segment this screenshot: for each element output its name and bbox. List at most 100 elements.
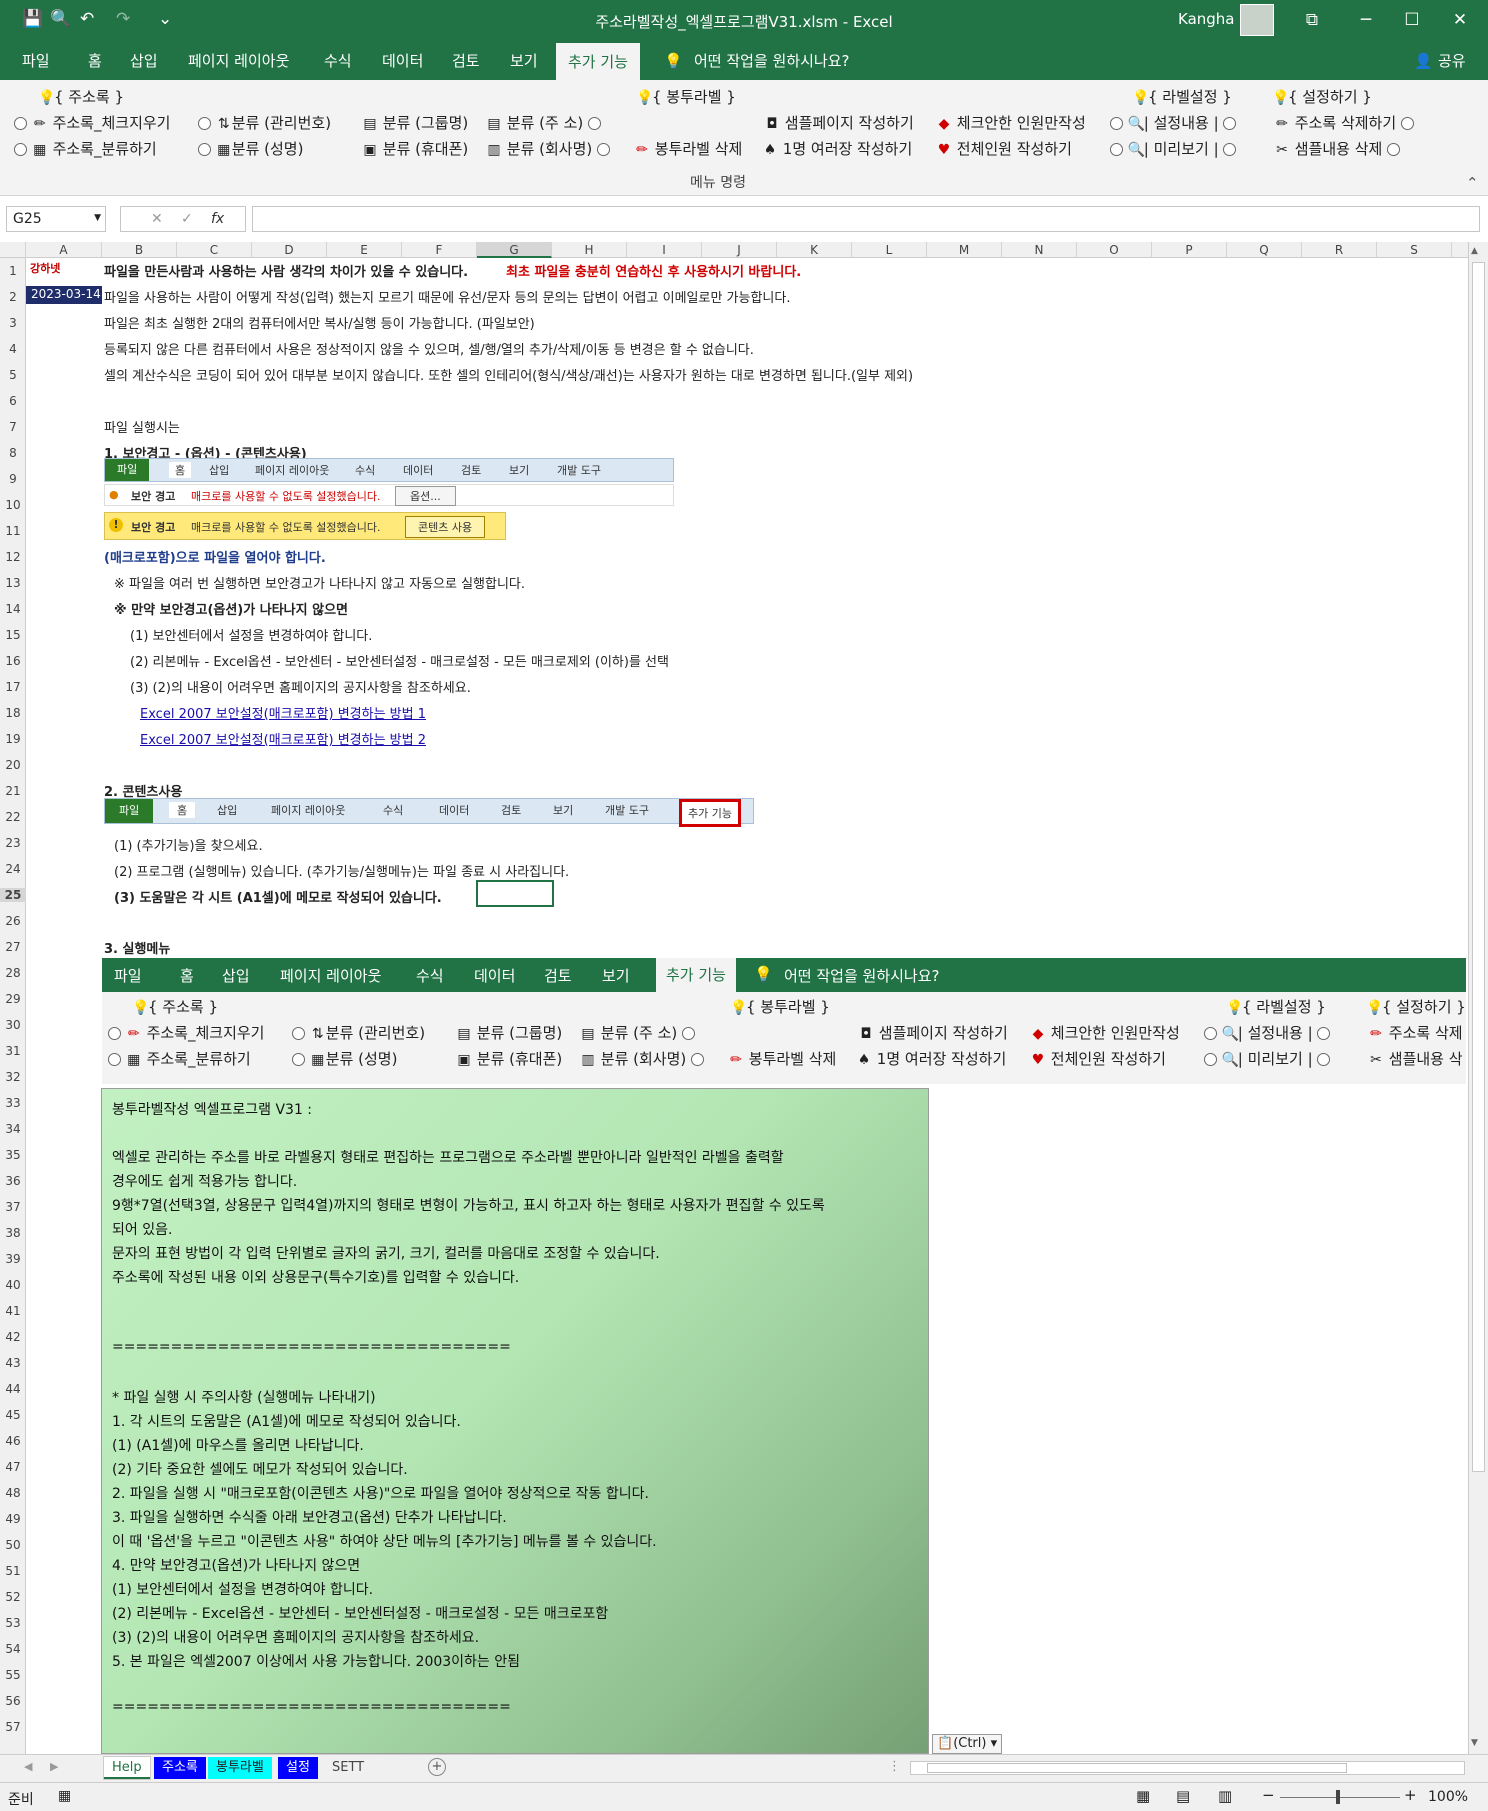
col-header[interactable]: O [1077,242,1152,258]
rb-sort-address[interactable]: ▤ 분류 (주 소) [486,112,602,133]
row-header[interactable]: 45 [0,1408,26,1422]
row-header[interactable]: 46 [0,1434,26,1448]
row-header[interactable]: 11 [0,524,26,538]
tab-view[interactable]: 보기 [506,42,542,80]
rb-unchecked-only[interactable]: ◆ 체크안한 인원만작성 [936,112,1086,133]
row-header[interactable]: 24 [0,862,26,876]
row-header[interactable]: 52 [0,1590,26,1604]
zoom-in-icon[interactable]: + [1404,1786,1417,1804]
row-header[interactable]: 43 [0,1356,26,1370]
date-cell[interactable]: 2023-03-14 [26,286,102,304]
cancel-icon[interactable]: ✕ [151,207,163,231]
rb-all-members[interactable]: ♥ 전체인원 작성하기 [936,138,1072,159]
col-header[interactable]: N [1002,242,1077,258]
radio-icon[interactable] [1387,143,1401,156]
row-header[interactable]: 3 [0,316,26,330]
collapse-ribbon-icon[interactable]: ⌃ [1466,174,1479,192]
select-all[interactable] [0,242,26,258]
row-header[interactable]: 56 [0,1694,26,1708]
radio-icon[interactable] [1223,143,1237,156]
tab-data[interactable]: 데이터 [378,42,427,80]
sheet-tab-1[interactable]: Help [104,1757,150,1779]
row-header[interactable]: 25 [0,888,26,902]
vertical-scrollbar[interactable]: ▲ ▼ [1468,242,1488,1754]
rb-delete-envelope[interactable]: ✏ 봉투라벨 삭제 [634,138,742,159]
rb-delete-address[interactable]: ✏ 주소록 삭제하기 [1274,112,1414,133]
row-header[interactable]: 31 [0,1044,26,1058]
row-header[interactable]: 14 [0,602,26,616]
radio-icon[interactable] [597,143,611,156]
row-header[interactable]: 22 [0,810,26,824]
rb-sort-phone[interactable]: ▣ 분류 (휴대폰) [362,138,468,159]
help-link-2[interactable]: Excel 2007 보안설정(매크로포함) 변경하는 방법 2 [140,729,426,748]
row-header[interactable]: 17 [0,680,26,694]
sheet-tab-4[interactable]: 설정 [278,1757,318,1779]
tab-add-ins[interactable]: 추가 기능 [556,42,640,80]
row-header[interactable]: 12 [0,550,26,564]
col-header[interactable]: M [927,242,1002,258]
row-header[interactable]: 13 [0,576,26,590]
radio-icon[interactable] [588,117,602,130]
col-header[interactable]: R [1302,242,1377,258]
tab-file[interactable]: 파일 [18,42,54,80]
scroll-thumb[interactable] [1472,262,1485,1472]
ribbon-display-options-icon[interactable]: ⧉ [1292,6,1332,34]
radio-icon[interactable] [14,117,27,130]
col-header[interactable]: H [552,242,627,258]
page-layout-view-icon[interactable]: ▤ [1176,1787,1190,1805]
row-header[interactable]: 5 [0,368,26,382]
col-header[interactable]: I [627,242,702,258]
row-header[interactable]: 29 [0,992,26,1006]
h-scroll-thumb[interactable] [927,1763,1347,1773]
col-header[interactable]: K [777,242,852,258]
col-header[interactable]: C [177,242,252,258]
zoom-out-icon[interactable]: − [1262,1786,1275,1804]
tab-formulas[interactable]: 수식 [320,42,356,80]
macro-record-icon[interactable]: ▦ [58,1788,71,1804]
row-header[interactable]: 34 [0,1122,26,1136]
row-header[interactable]: 15 [0,628,26,642]
col-header[interactable]: B [102,242,177,258]
rb-settings-content[interactable]: 🔍| 설정내용 | [1110,112,1237,133]
row-header[interactable]: 48 [0,1486,26,1500]
user-name[interactable]: Kangha [1178,10,1235,28]
share-icon[interactable]: 👤 [1410,42,1437,80]
rb-delete-sample[interactable]: ✂ 샘플내용 삭제 [1274,138,1401,159]
tab-review[interactable]: 검토 [448,42,484,80]
radio-icon[interactable] [1110,143,1123,156]
sheet-tab-2[interactable]: 주소록 [154,1757,206,1779]
radio-icon[interactable] [14,143,27,156]
row-header[interactable]: 47 [0,1460,26,1474]
radio-icon[interactable] [1223,117,1237,130]
tab-page-layout[interactable]: 페이지 레이아웃 [184,42,293,80]
sheet-tab-3[interactable]: 봉투라벨 [208,1757,272,1779]
row-header[interactable]: 41 [0,1304,26,1318]
col-header[interactable]: J [702,242,777,258]
col-header[interactable]: A [26,242,102,258]
name-box[interactable]: G25 ▼ [6,206,106,232]
row-header[interactable]: 36 [0,1174,26,1188]
tab-home[interactable]: 홈 [84,42,106,80]
row-header[interactable]: 44 [0,1382,26,1396]
active-cell-g25[interactable] [476,880,554,907]
row-header[interactable]: 49 [0,1512,26,1526]
row-header[interactable]: 20 [0,758,26,772]
normal-view-icon[interactable]: ▦ [1136,1787,1150,1805]
row-header[interactable]: 6 [0,394,26,408]
page-break-view-icon[interactable]: ▥ [1218,1787,1232,1805]
next-sheet-icon[interactable]: ▶ [50,1760,58,1773]
row-header[interactable]: 40 [0,1278,26,1292]
col-header[interactable]: F [402,242,477,258]
tell-me-search[interactable]: 어떤 작업을 원하시나요? [690,42,854,80]
row-header[interactable]: 7 [0,420,26,434]
row-header[interactable]: 9 [0,472,26,486]
row-header[interactable]: 23 [0,836,26,850]
row-header[interactable]: 51 [0,1564,26,1578]
col-header[interactable]: S [1377,242,1452,258]
sheet-tab-5[interactable]: SETT [324,1757,373,1779]
rb-sort-id[interactable]: ⇅ 분류 (관리번호) [198,112,331,133]
row-header[interactable]: 33 [0,1096,26,1110]
radio-icon[interactable] [1400,117,1414,130]
rb-clear-checks[interactable]: ✏ 주소록_체크지우기 [14,112,170,133]
row-header[interactable]: 10 [0,498,26,512]
